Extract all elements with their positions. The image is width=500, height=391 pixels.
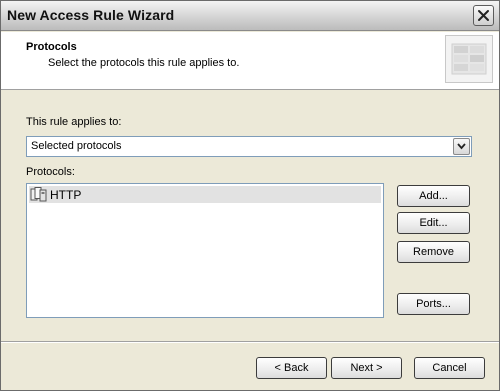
- ports-button[interactable]: Ports...: [397, 293, 470, 315]
- applies-to-label: This rule applies to:: [26, 116, 122, 128]
- cancel-button[interactable]: Cancel: [414, 357, 485, 379]
- applies-to-dropdown[interactable]: Selected protocols: [26, 136, 472, 157]
- dropdown-button[interactable]: [453, 138, 470, 155]
- footer-divider: [1, 341, 499, 343]
- page-title: Protocols: [26, 41, 77, 53]
- window-title: New Access Rule Wizard: [7, 7, 175, 23]
- protocols-list[interactable]: HTTP: [26, 183, 384, 318]
- edit-button[interactable]: Edit...: [397, 212, 470, 234]
- wizard-window: New Access Rule Wizard Protocols Select …: [0, 0, 500, 391]
- title-bar[interactable]: New Access Rule Wizard: [1, 1, 499, 31]
- add-button[interactable]: Add...: [397, 185, 470, 207]
- next-button[interactable]: Next >: [331, 357, 402, 379]
- page-subtitle: Select the protocols this rule applies t…: [48, 57, 240, 69]
- back-button[interactable]: < Back: [256, 357, 327, 379]
- chevron-down-icon: [457, 143, 466, 150]
- wizard-graphic-icon: [445, 35, 493, 83]
- wizard-header: Protocols Select the protocols this rule…: [1, 32, 499, 90]
- protocols-label: Protocols:: [26, 166, 75, 178]
- applies-to-value: Selected protocols: [31, 140, 122, 152]
- list-item-label: HTTP: [50, 188, 82, 202]
- close-button[interactable]: [473, 5, 494, 26]
- protocol-icon: [30, 187, 48, 205]
- remove-button[interactable]: Remove: [397, 241, 470, 263]
- list-item[interactable]: HTTP: [29, 186, 381, 203]
- close-icon: [478, 10, 489, 21]
